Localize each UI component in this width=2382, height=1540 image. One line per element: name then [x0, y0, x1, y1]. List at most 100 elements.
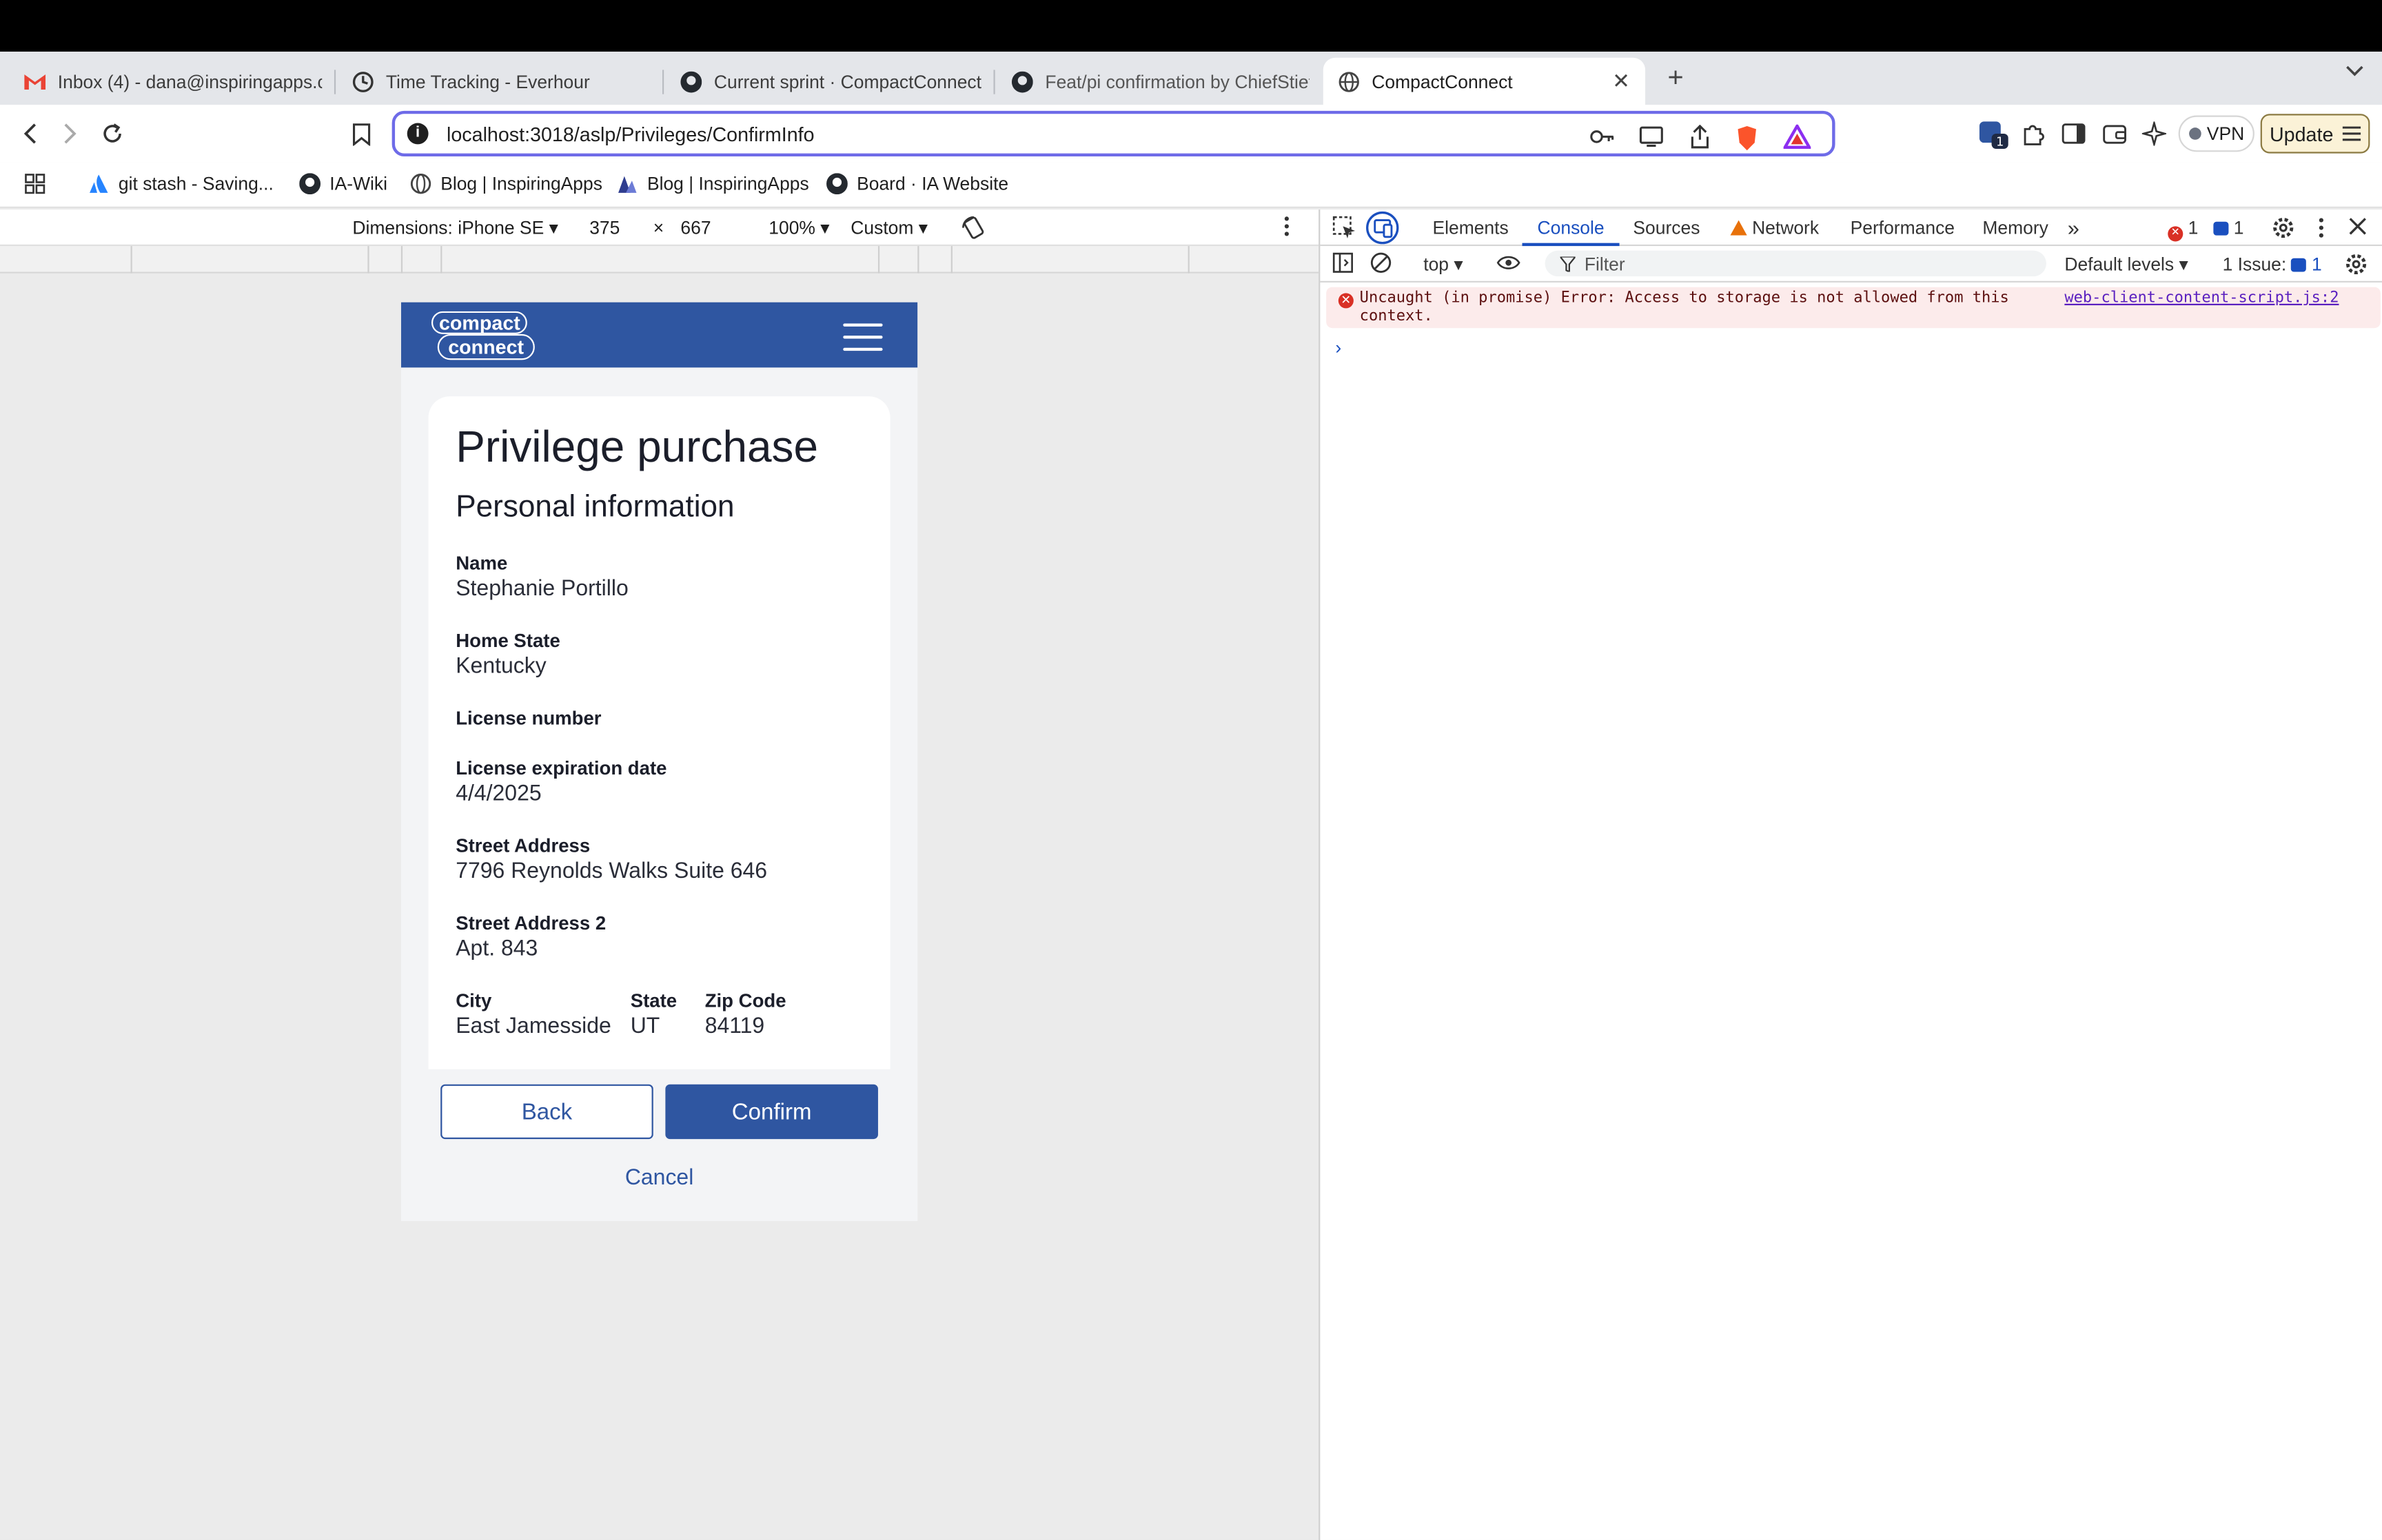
error-icon: ✕	[1338, 293, 1354, 309]
issues-counter[interactable]: 1 Issue: 1	[2223, 246, 2322, 283]
new-tab-button[interactable]: +	[1662, 61, 1689, 94]
inspect-element-icon[interactable]	[1332, 216, 1356, 240]
tab-memory[interactable]: Memory	[1982, 209, 2048, 246]
log-levels-select[interactable]: Default levels ▾	[2064, 246, 2188, 283]
device-more-options-icon[interactable]	[1282, 216, 1291, 241]
confirm-button[interactable]: Confirm	[665, 1084, 878, 1140]
app-header: compact connect	[400, 302, 918, 368]
more-tabs-icon[interactable]: »	[2068, 209, 2079, 246]
field-home-state: Home State Kentucky	[456, 630, 560, 679]
message-icon	[2213, 221, 2229, 236]
console-filter-input[interactable]: Filter	[1545, 250, 2046, 277]
back-button[interactable]: Back	[440, 1084, 653, 1140]
field-state: State UT	[630, 990, 678, 1039]
update-label: Update	[2269, 122, 2334, 145]
tab-label: CompactConnect	[1372, 70, 1513, 92]
bookmark-blog-2[interactable]: Blog | InspiringApps	[617, 173, 809, 194]
live-expression-eye-icon[interactable]	[1496, 254, 1520, 278]
sidebar-toggle-icon[interactable]	[2059, 119, 2089, 149]
tab-feat-pi-confirmation[interactable]: Feat/pi confirmation by ChiefStief	[997, 58, 1310, 105]
tab-label: Inbox (4) - dana@inspiringapps.c	[57, 70, 323, 92]
tab-elements[interactable]: Elements	[1432, 209, 1508, 246]
cast-icon[interactable]	[1638, 125, 1665, 149]
bookmark-label: IA-Wiki	[329, 173, 388, 195]
cancel-link[interactable]: Cancel	[401, 1167, 917, 1191]
zoom-select[interactable]: 100% ▾	[768, 217, 829, 238]
extensions-puzzle-icon[interactable]	[2017, 119, 2048, 149]
vpn-status-icon	[2188, 127, 2201, 140]
hamburger-menu-icon[interactable]	[843, 323, 883, 351]
bookmark-icon[interactable]	[347, 119, 377, 149]
tab-sources[interactable]: Sources	[1633, 209, 1700, 246]
emulated-page: compact connect Privilege purchase Perso…	[400, 302, 918, 1222]
devtools-panel: Elements Console Sources Network Perform…	[1319, 209, 2382, 1540]
tab-strip: Inbox (4) - dana@inspiringapps.c Time Tr…	[0, 51, 2382, 105]
device-toggle-icon[interactable]	[1365, 211, 1399, 245]
bookmark-git-stash[interactable]: git stash - Saving...	[88, 173, 274, 194]
context-select[interactable]: top ▾	[1423, 246, 1463, 283]
tab-search-chevron-icon[interactable]	[2345, 64, 2363, 82]
tab-console[interactable]: Console	[1522, 209, 1620, 247]
tab-gmail[interactable]: Inbox (4) - dana@inspiringapps.c	[9, 58, 322, 105]
bookmark-board[interactable]: Board · IA Website	[826, 173, 1008, 195]
sidebar-panel-icon[interactable]	[1332, 252, 1356, 276]
bookmark-label: git stash - Saving...	[118, 173, 274, 195]
bookmark-ia-wiki[interactable]: IA-Wiki	[299, 173, 388, 195]
back-arrow-icon[interactable]	[15, 119, 45, 149]
vpn-button[interactable]: VPN	[2178, 115, 2254, 152]
error-source-link[interactable]: web-client-content-script.js:2	[2064, 290, 2339, 307]
media-query-ruler	[0, 246, 1319, 274]
brave-shield-icon[interactable]	[1735, 125, 1762, 151]
update-button[interactable]: Update	[2260, 114, 2370, 154]
apps-grid-icon[interactable]	[24, 173, 45, 194]
forward-arrow-icon[interactable]	[54, 119, 85, 149]
dimensions-select[interactable]: Dimensions: iPhone SE ▾	[352, 217, 558, 238]
settings-gear-icon[interactable]	[2271, 216, 2295, 240]
tab-performance[interactable]: Performance	[1851, 209, 1955, 246]
browser-toolbar: i localhost:3018/aslp/Privileges/Confirm…	[0, 105, 2382, 163]
bookmark-blog-1[interactable]: Blog | InspiringApps	[410, 173, 602, 194]
bookmark-label: Blog | InspiringApps	[440, 173, 602, 195]
extension-badge-icon[interactable]: 1	[1978, 119, 2008, 150]
globe-icon	[410, 174, 431, 194]
tab-current-sprint[interactable]: Current sprint · CompactConnect	[665, 58, 990, 105]
compactconnect-logo[interactable]: compact connect	[431, 311, 535, 360]
reload-icon[interactable]	[97, 119, 128, 149]
clear-console-icon[interactable]	[1370, 252, 1394, 276]
device-width-input[interactable]: 375	[589, 217, 620, 238]
github-icon	[826, 173, 848, 195]
site-info-icon[interactable]: i	[407, 123, 429, 145]
tab-compactconnect[interactable]: CompactConnect ✕	[1323, 57, 1646, 105]
key-icon[interactable]	[1589, 125, 1616, 149]
error-text: Uncaught (in promise) Error: Access to s…	[1359, 289, 2009, 325]
share-icon[interactable]	[1687, 124, 1714, 149]
action-bar: Back Confirm Cancel	[400, 1069, 918, 1222]
rotate-icon[interactable]	[960, 214, 988, 246]
section-title: Personal information	[456, 490, 735, 524]
close-devtools-icon[interactable]	[2347, 216, 2371, 240]
issue-message-icon	[2291, 258, 2307, 272]
message-counter[interactable]: 1	[2213, 209, 2244, 246]
devtools-more-icon[interactable]	[2317, 216, 2341, 240]
tab-network[interactable]: Network	[1730, 209, 1819, 246]
gmail-icon	[24, 70, 46, 92]
tab-everhour[interactable]: Time Tracking - Everhour	[337, 58, 656, 105]
field-license-number: License number	[456, 708, 602, 729]
page-title: Privilege purchase	[456, 423, 819, 473]
github-icon	[680, 70, 702, 92]
brave-rewards-icon[interactable]	[1782, 123, 1812, 150]
field-city: City East Jamesside	[456, 990, 611, 1039]
atlassian-icon	[90, 174, 108, 193]
warning-icon	[1730, 220, 1747, 236]
address-bar[interactable]: i localhost:3018/aslp/Privileges/Confirm…	[391, 110, 1835, 157]
inspiringapps-icon	[618, 176, 637, 193]
error-counter[interactable]: ✕ 1	[2168, 209, 2198, 246]
close-tab-icon[interactable]: ✕	[1612, 68, 1630, 94]
leo-ai-icon[interactable]	[2139, 119, 2169, 149]
bookmark-label: Blog | InspiringApps	[647, 173, 809, 195]
throttle-select[interactable]: Custom ▾	[851, 217, 928, 238]
wallet-icon[interactable]	[2099, 119, 2130, 149]
console-settings-gear-icon[interactable]	[2344, 252, 2368, 276]
console-prompt-chevron-icon[interactable]: ›	[1335, 337, 1341, 358]
device-height-input[interactable]: 667	[680, 217, 711, 238]
